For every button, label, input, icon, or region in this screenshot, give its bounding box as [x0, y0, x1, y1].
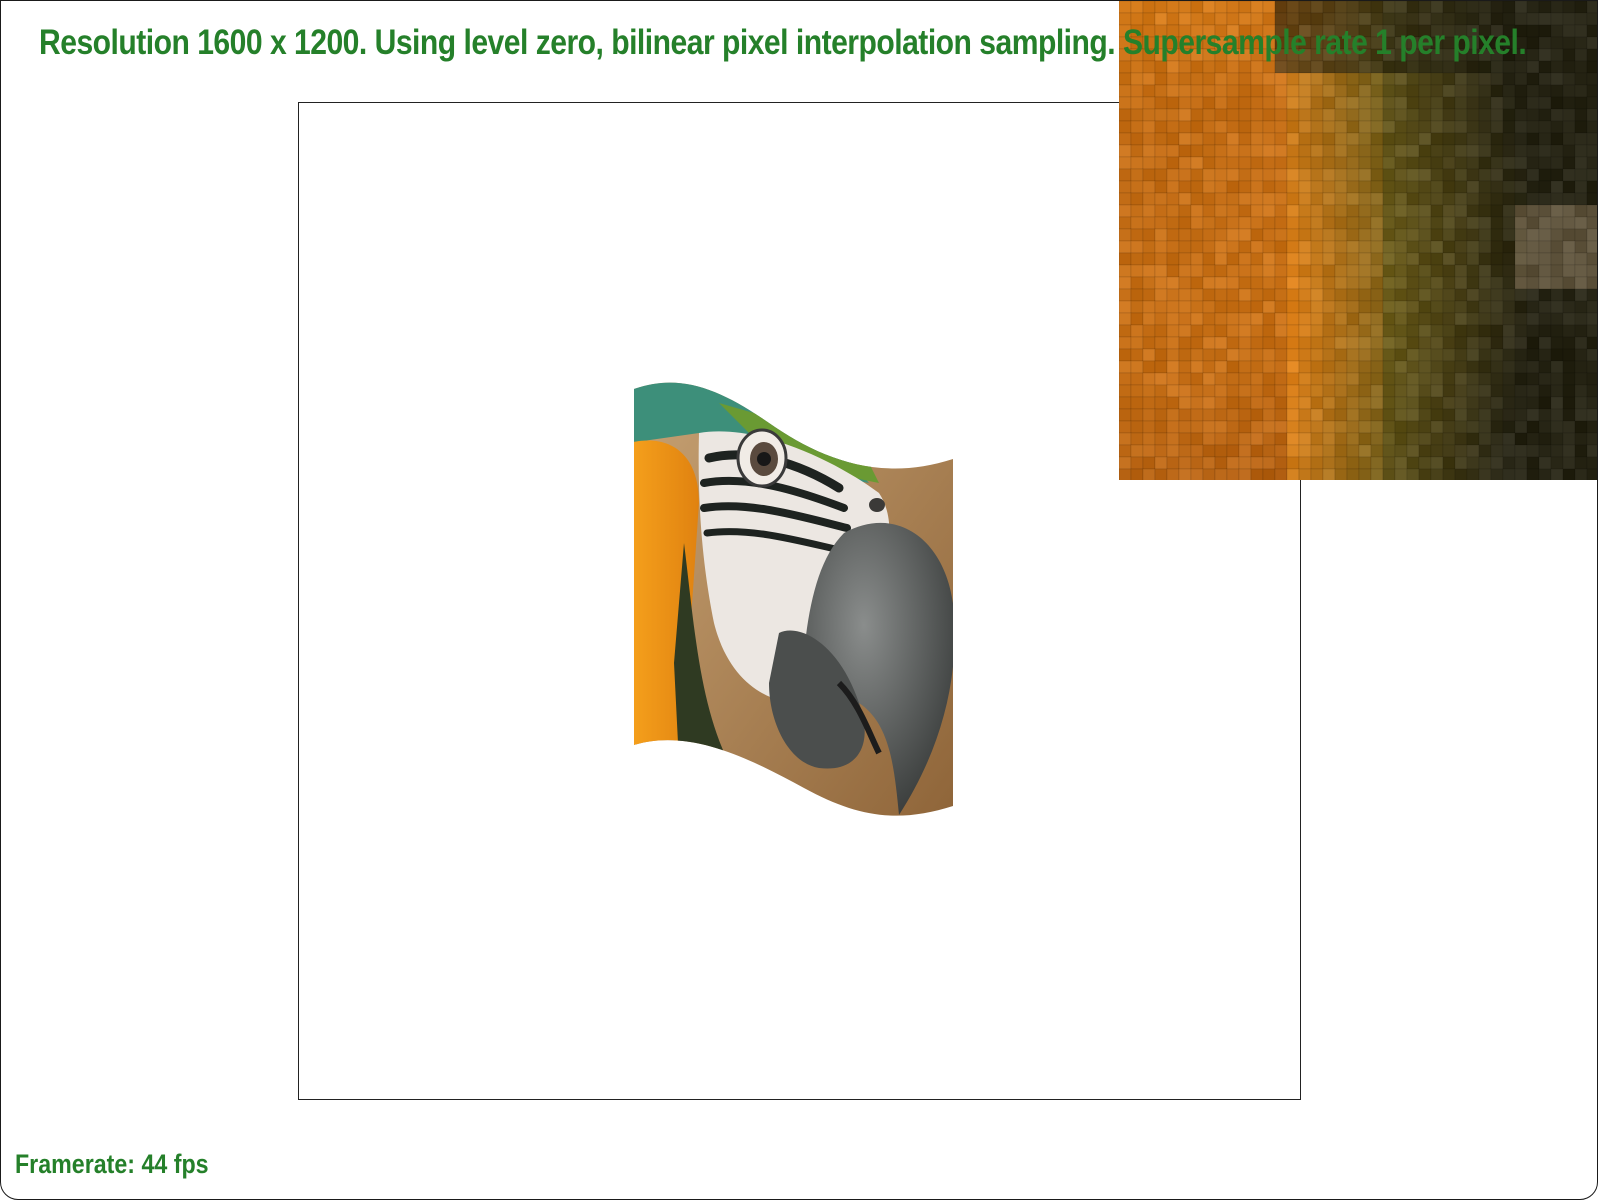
- parrot-image: [634, 382, 953, 816]
- status-line: Resolution 1600 x 1200. Using level zero…: [39, 23, 1527, 62]
- app-window: Resolution 1600 x 1200. Using level zero…: [0, 0, 1598, 1200]
- zoom-pixel-grid: [1119, 1, 1597, 480]
- pixel-zoom-inset: [1119, 1, 1597, 480]
- framerate-readout: Framerate: 44 fps: [15, 1149, 209, 1179]
